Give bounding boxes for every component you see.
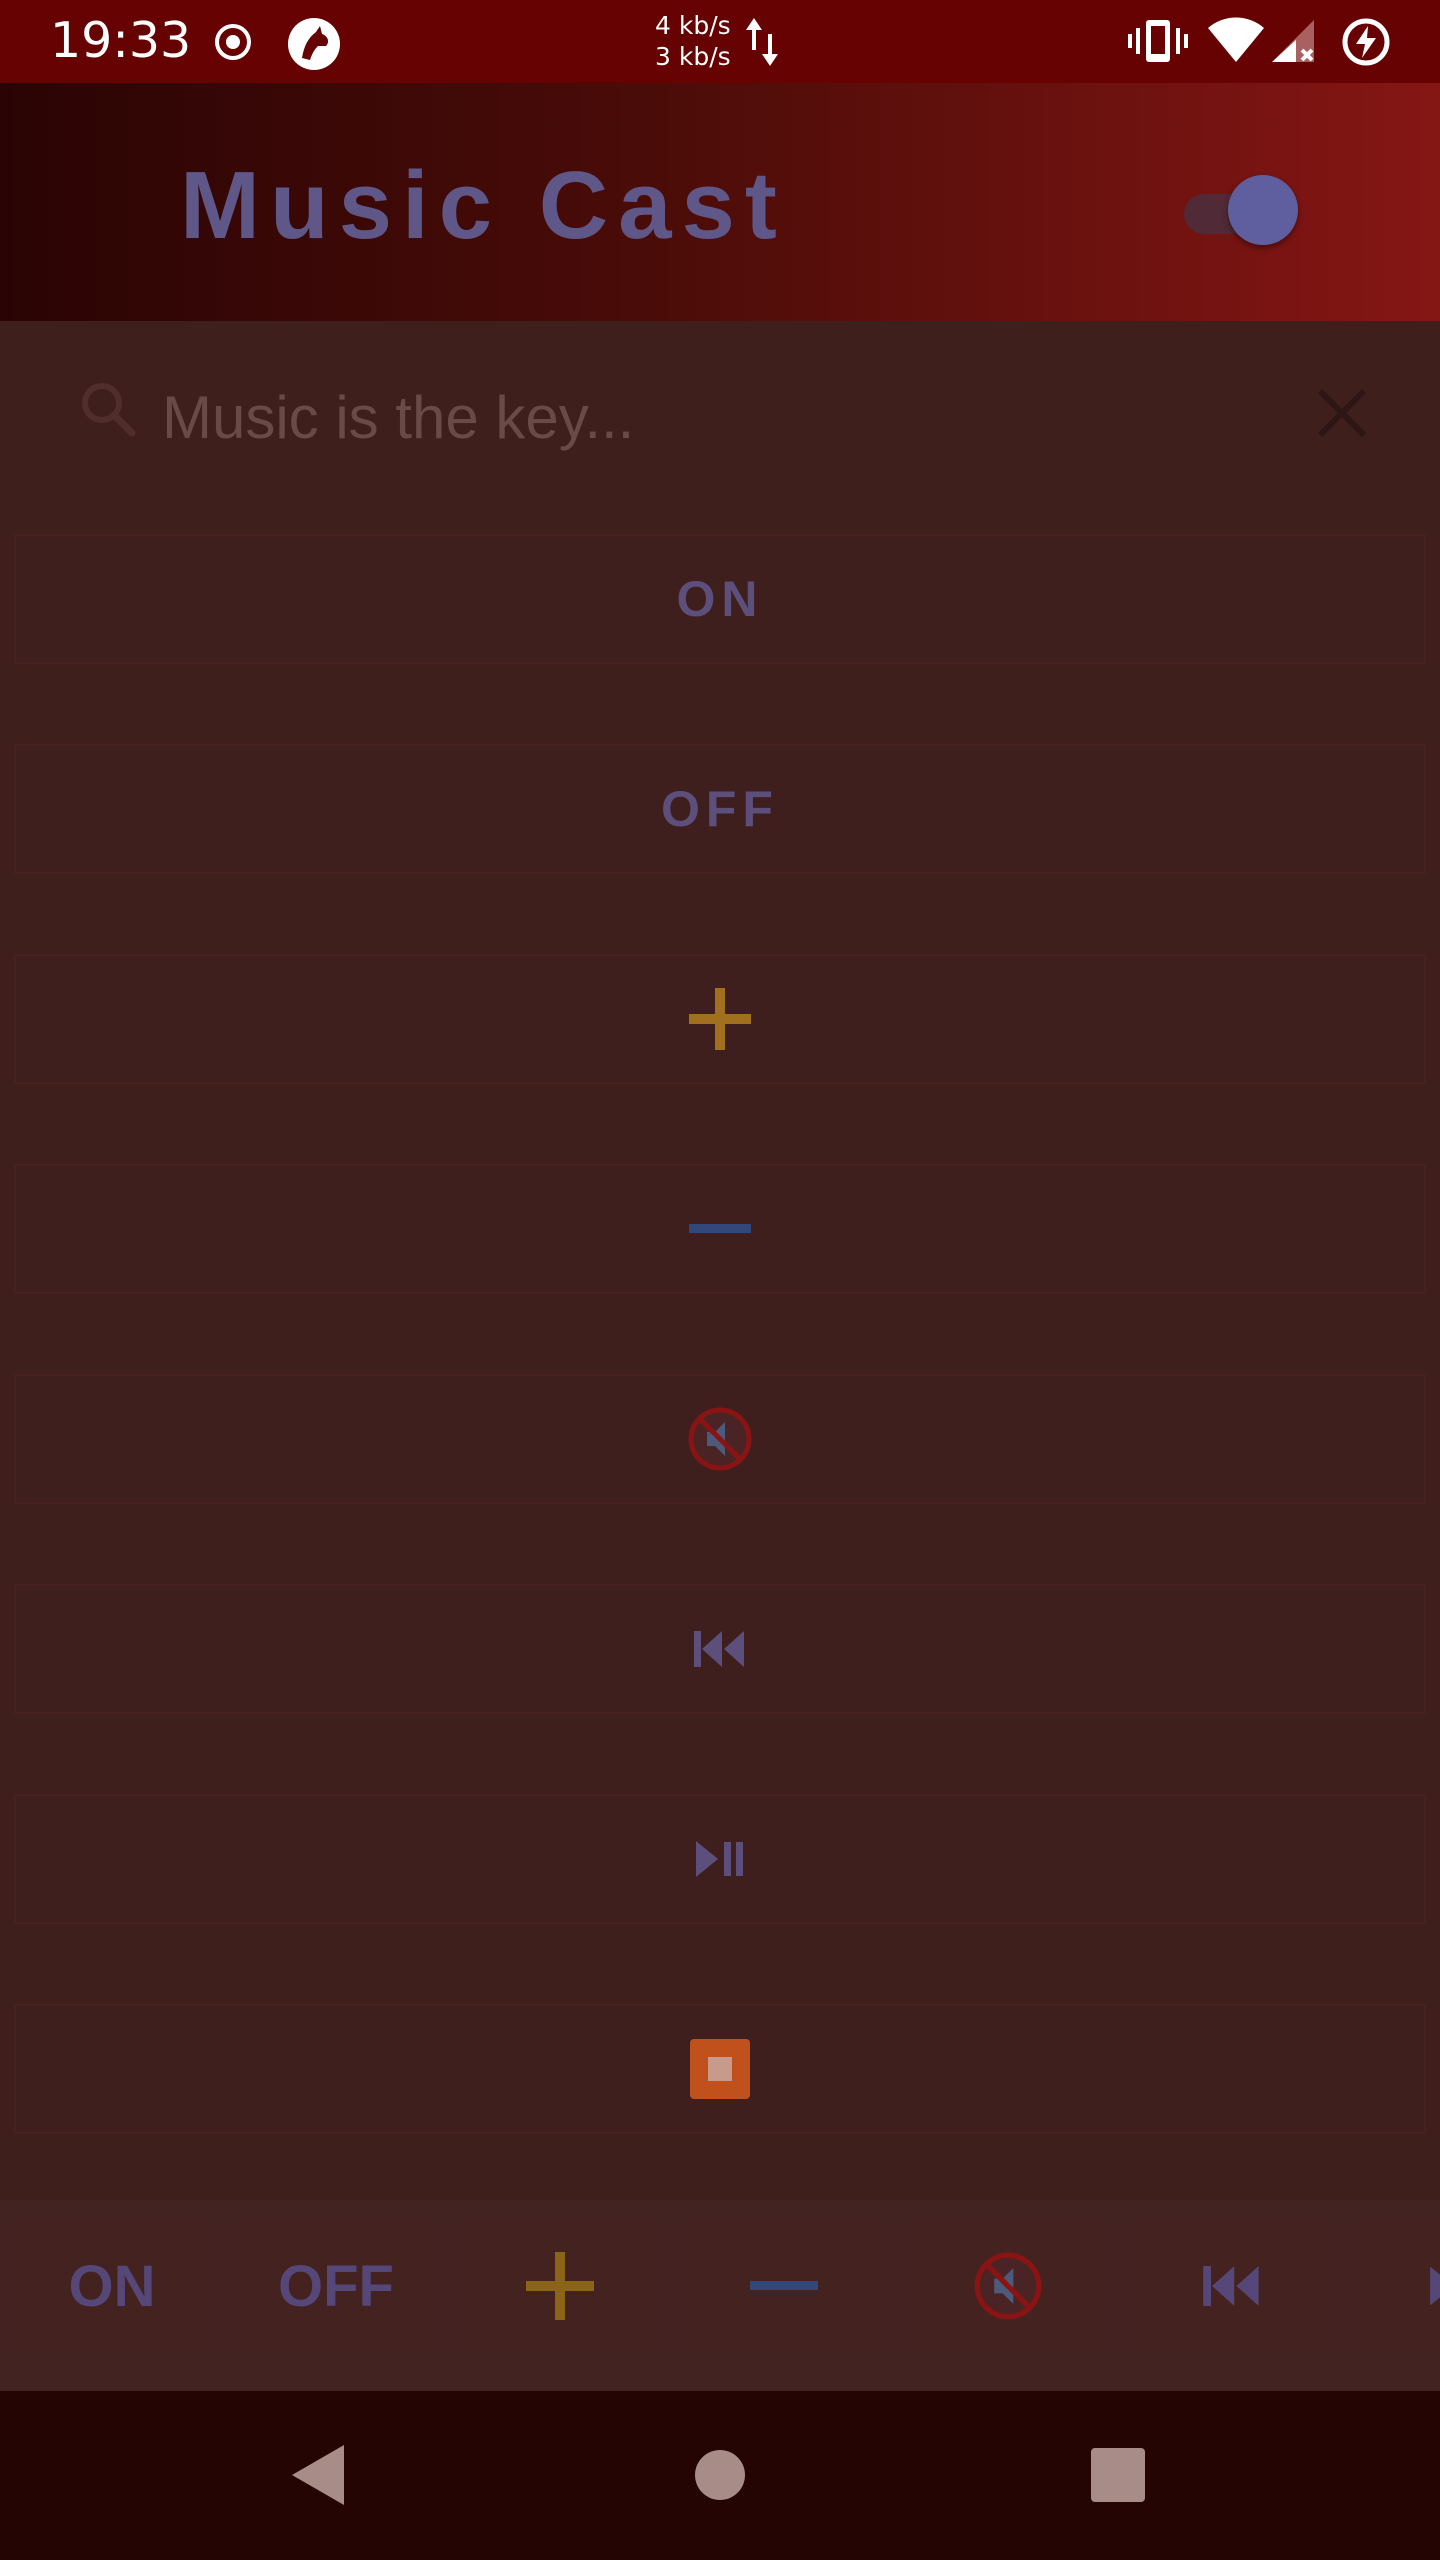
quick-off-label: OFF — [278, 2253, 394, 2319]
mute-icon — [974, 2252, 1042, 2320]
search-input[interactable] — [160, 376, 1264, 458]
quick-on-label: ON — [68, 2253, 156, 2319]
search-icon — [78, 379, 138, 444]
previous-button[interactable] — [14, 1584, 1426, 1714]
quick-minus-button[interactable] — [684, 2222, 884, 2350]
app-title: Music Cast — [180, 152, 787, 259]
stop-button[interactable] — [14, 2004, 1426, 2134]
battery-saver-icon — [1340, 16, 1392, 73]
home-icon[interactable] — [694, 2449, 746, 2506]
recents-icon[interactable] — [1090, 2447, 1146, 2508]
previous-icon — [694, 1631, 744, 1667]
volume-up-button[interactable] — [14, 954, 1426, 1084]
quick-plus-button[interactable] — [460, 2222, 660, 2350]
plus-icon — [689, 988, 751, 1050]
control-list: ON OFF — [14, 534, 1426, 2214]
toggle-thumb — [1228, 175, 1298, 245]
mute-icon — [688, 1407, 752, 1471]
play-pause-icon — [696, 1841, 743, 1877]
net-up: 4 kb/s — [655, 11, 731, 40]
app-bar: Music Cast — [0, 83, 1440, 321]
status-time: 19:33 — [50, 12, 192, 69]
vibrate-icon — [1128, 16, 1188, 71]
mute-button[interactable] — [14, 1374, 1426, 1504]
plus-icon — [526, 2252, 594, 2320]
signal-icon — [1270, 18, 1318, 69]
wolf-app-icon — [286, 16, 342, 77]
off-button[interactable]: OFF — [14, 744, 1426, 874]
play-pause-button[interactable] — [14, 1794, 1426, 1924]
on-label: ON — [676, 571, 764, 627]
quick-previous-button[interactable] — [1132, 2222, 1332, 2350]
network-speed: 4 kb/s 3 kb/s — [655, 10, 731, 72]
net-down: 3 kb/s — [655, 42, 731, 71]
volume-down-button[interactable] — [14, 1164, 1426, 1294]
quick-off-button[interactable]: OFF — [236, 2222, 436, 2350]
nav-bar — [0, 2391, 1440, 2560]
bottom-quick-bar: ON OFF — [0, 2200, 1440, 2390]
quick-mute-button[interactable] — [908, 2222, 1108, 2350]
on-button[interactable]: ON — [14, 534, 1426, 664]
status-bar: 19:33 4 kb/s 3 kb/s — [0, 0, 1440, 83]
record-icon — [213, 22, 253, 67]
back-icon[interactable] — [290, 2443, 346, 2512]
data-arrows-icon — [742, 14, 782, 75]
previous-icon — [1203, 2266, 1259, 2306]
wifi-icon — [1206, 16, 1266, 69]
play-pause-icon — [1430, 2266, 1440, 2306]
quick-play-pause-button[interactable] — [1356, 2222, 1440, 2350]
minus-icon — [689, 1224, 751, 1233]
stop-icon — [690, 2039, 750, 2099]
close-icon[interactable] — [1314, 385, 1370, 446]
cast-toggle[interactable] — [1184, 173, 1302, 245]
minus-icon — [750, 2281, 818, 2290]
search-bar — [0, 321, 1440, 496]
off-label: OFF — [661, 781, 779, 837]
quick-on-button[interactable]: ON — [12, 2222, 212, 2350]
